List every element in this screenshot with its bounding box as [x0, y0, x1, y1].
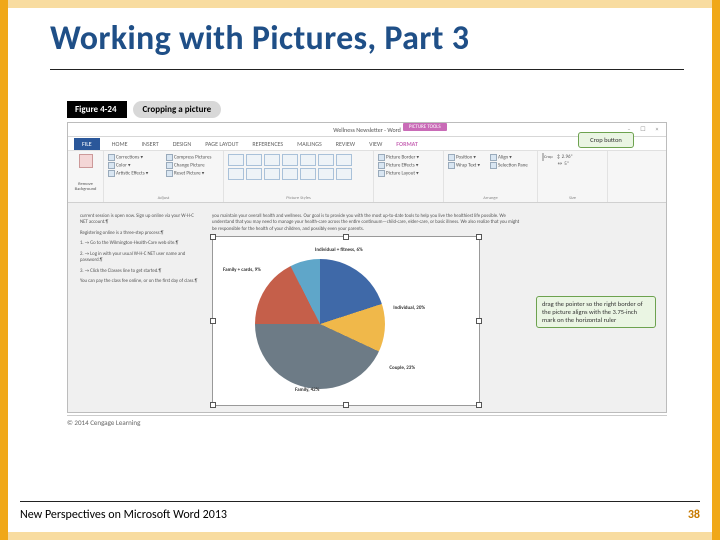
footer-book: New Perspectives on Microsoft Word 2013	[20, 508, 227, 522]
crop-label: Crop	[544, 155, 553, 160]
style-thumb[interactable]	[264, 168, 280, 180]
group-arrange: Position ▾ Wrap Text ▾ Align ▾ Selection…	[444, 151, 538, 202]
ribbon-tabs: FILE HOME INSERT DESIGN PAGE LAYOUT REFE…	[68, 137, 666, 151]
tab-review[interactable]: REVIEW	[334, 138, 357, 150]
group-picture-border: Picture Border ▾ Picture Effects ▾ Pictu…	[374, 151, 444, 202]
width-field[interactable]: ↔ 5"	[557, 161, 573, 167]
para: You can pay the class fee online, or on …	[80, 278, 200, 284]
ribbon: Remove Background Corrections ▾ Color ▾ …	[68, 151, 666, 203]
style-thumb[interactable]	[336, 168, 352, 180]
styles-gallery[interactable]	[228, 154, 368, 180]
group-arrange-label: Arrange	[444, 196, 537, 201]
attribution: © 2014 Cengage Learning	[67, 415, 667, 431]
height-field[interactable]: ↕ 2.96"	[557, 154, 573, 160]
btn-picture-border[interactable]: Picture Border ▾	[378, 154, 439, 161]
style-thumb[interactable]	[300, 168, 316, 180]
group-adjust: Corrections ▾ Color ▾ Artistic Effects ▾…	[104, 151, 224, 202]
style-thumb[interactable]	[264, 154, 280, 166]
group-styles-label: Picture Styles	[224, 196, 373, 201]
pie-label: Individual, 20%	[393, 305, 425, 311]
resize-handle[interactable]	[210, 234, 216, 240]
group-remove-bg: Remove Background	[68, 151, 104, 202]
btn-align[interactable]: Align ▾	[490, 154, 528, 161]
resize-handle[interactable]	[343, 234, 349, 240]
tab-references[interactable]: REFERENCES	[250, 138, 285, 150]
btn-picture-layout[interactable]: Picture Layout ▾	[378, 170, 439, 177]
title-rule	[50, 69, 684, 70]
figure-title: Cropping a picture	[133, 101, 222, 118]
slide-title: Working with Pictures, Part 3	[50, 18, 684, 59]
para: 3. → Click the Classes line to get start…	[80, 268, 200, 274]
style-thumb[interactable]	[318, 154, 334, 166]
selected-picture[interactable]: Individual + fitness, 6% Family + cards,…	[212, 236, 480, 406]
window-title: Wellness Newsletter - Word	[333, 126, 401, 134]
group-adjust-label: Adjust	[104, 196, 223, 201]
btn-compress[interactable]: Compress Pictures	[166, 154, 211, 161]
btn-picture-effects[interactable]: Picture Effects ▾	[378, 162, 439, 169]
tab-insert[interactable]: INSERT	[140, 138, 161, 150]
btn-reset-pic[interactable]: Reset Picture ▾	[166, 170, 211, 177]
style-thumb[interactable]	[300, 154, 316, 166]
pie-label: Family, 42%	[295, 387, 319, 393]
resize-handle[interactable]	[476, 402, 482, 408]
btn-selection-pane[interactable]: Selection Pane	[490, 162, 528, 169]
tab-view[interactable]: VIEW	[367, 138, 384, 150]
style-thumb[interactable]	[282, 154, 298, 166]
pie-chart: Individual + fitness, 6% Family + cards,…	[255, 259, 385, 389]
remove-bg-label: Remove Background	[72, 182, 99, 192]
titlebar: Wellness Newsletter - Word PICTURE TOOLS…	[68, 123, 666, 137]
footer-page: 38	[688, 508, 700, 522]
word-window: Wellness Newsletter - Word PICTURE TOOLS…	[67, 122, 667, 413]
tab-page-layout[interactable]: PAGE LAYOUT	[203, 138, 240, 150]
figure-label: Figure 4-24	[67, 101, 127, 118]
style-thumb[interactable]	[336, 154, 352, 166]
pie-label: Individual + fitness, 6%	[315, 247, 363, 253]
group-size-label: Size	[538, 196, 607, 201]
para: 1. → Go to the Wilmington-Health-Care we…	[80, 240, 200, 246]
resize-handle[interactable]	[343, 402, 349, 408]
style-thumb[interactable]	[282, 168, 298, 180]
style-thumb[interactable]	[228, 154, 244, 166]
footer: New Perspectives on Microsoft Word 2013 …	[20, 501, 700, 522]
resize-handle[interactable]	[476, 318, 482, 324]
para: 2. → Log in with your usual W-H-C NET us…	[80, 251, 200, 264]
style-thumb[interactable]	[318, 168, 334, 180]
style-thumb[interactable]	[246, 154, 262, 166]
resize-handle[interactable]	[210, 402, 216, 408]
para: current session is open now. Sign up onl…	[80, 213, 200, 226]
left-column-text: current session is open now. Sign up onl…	[80, 213, 200, 406]
tab-file[interactable]: FILE	[74, 138, 100, 150]
right-para: you maintain your overall health and wel…	[212, 213, 522, 232]
btn-change-pic[interactable]: Change Picture	[166, 162, 211, 169]
tab-format[interactable]: FORMAT	[394, 138, 420, 150]
pie-label: Couple, 23%	[389, 365, 415, 371]
group-picture-styles: Picture Styles	[224, 151, 374, 202]
pie-label: Family + cards, 9%	[223, 267, 261, 273]
style-thumb[interactable]	[246, 168, 262, 180]
callout-crop: Crop button	[578, 132, 634, 148]
group-size: Crop ↕ 2.96" ↔ 5" Size	[538, 151, 608, 202]
tab-home[interactable]: HOME	[110, 138, 130, 150]
picture-tools-tab: PICTURE TOOLS	[403, 123, 447, 131]
figure-caption-bar: Figure 4-24 Cropping a picture	[67, 100, 667, 118]
callout-drag: drag the pointer so the right border of …	[536, 296, 656, 328]
close-button[interactable]: ×	[652, 125, 662, 133]
style-thumb[interactable]	[228, 168, 244, 180]
crop-button[interactable]	[542, 153, 544, 161]
slide: Working with Pictures, Part 3 Figure 4-2…	[0, 0, 720, 540]
remove-bg-icon[interactable]	[79, 154, 93, 168]
para: Registering online is a three-step proce…	[80, 230, 200, 236]
resize-handle[interactable]	[476, 234, 482, 240]
resize-handle[interactable]	[210, 318, 216, 324]
maximize-button[interactable]: ☐	[638, 125, 648, 133]
figure: Figure 4-24 Cropping a picture Wellness …	[67, 100, 667, 413]
tab-design[interactable]: DESIGN	[171, 138, 194, 150]
tab-mailings[interactable]: MAILINGS	[295, 138, 324, 150]
